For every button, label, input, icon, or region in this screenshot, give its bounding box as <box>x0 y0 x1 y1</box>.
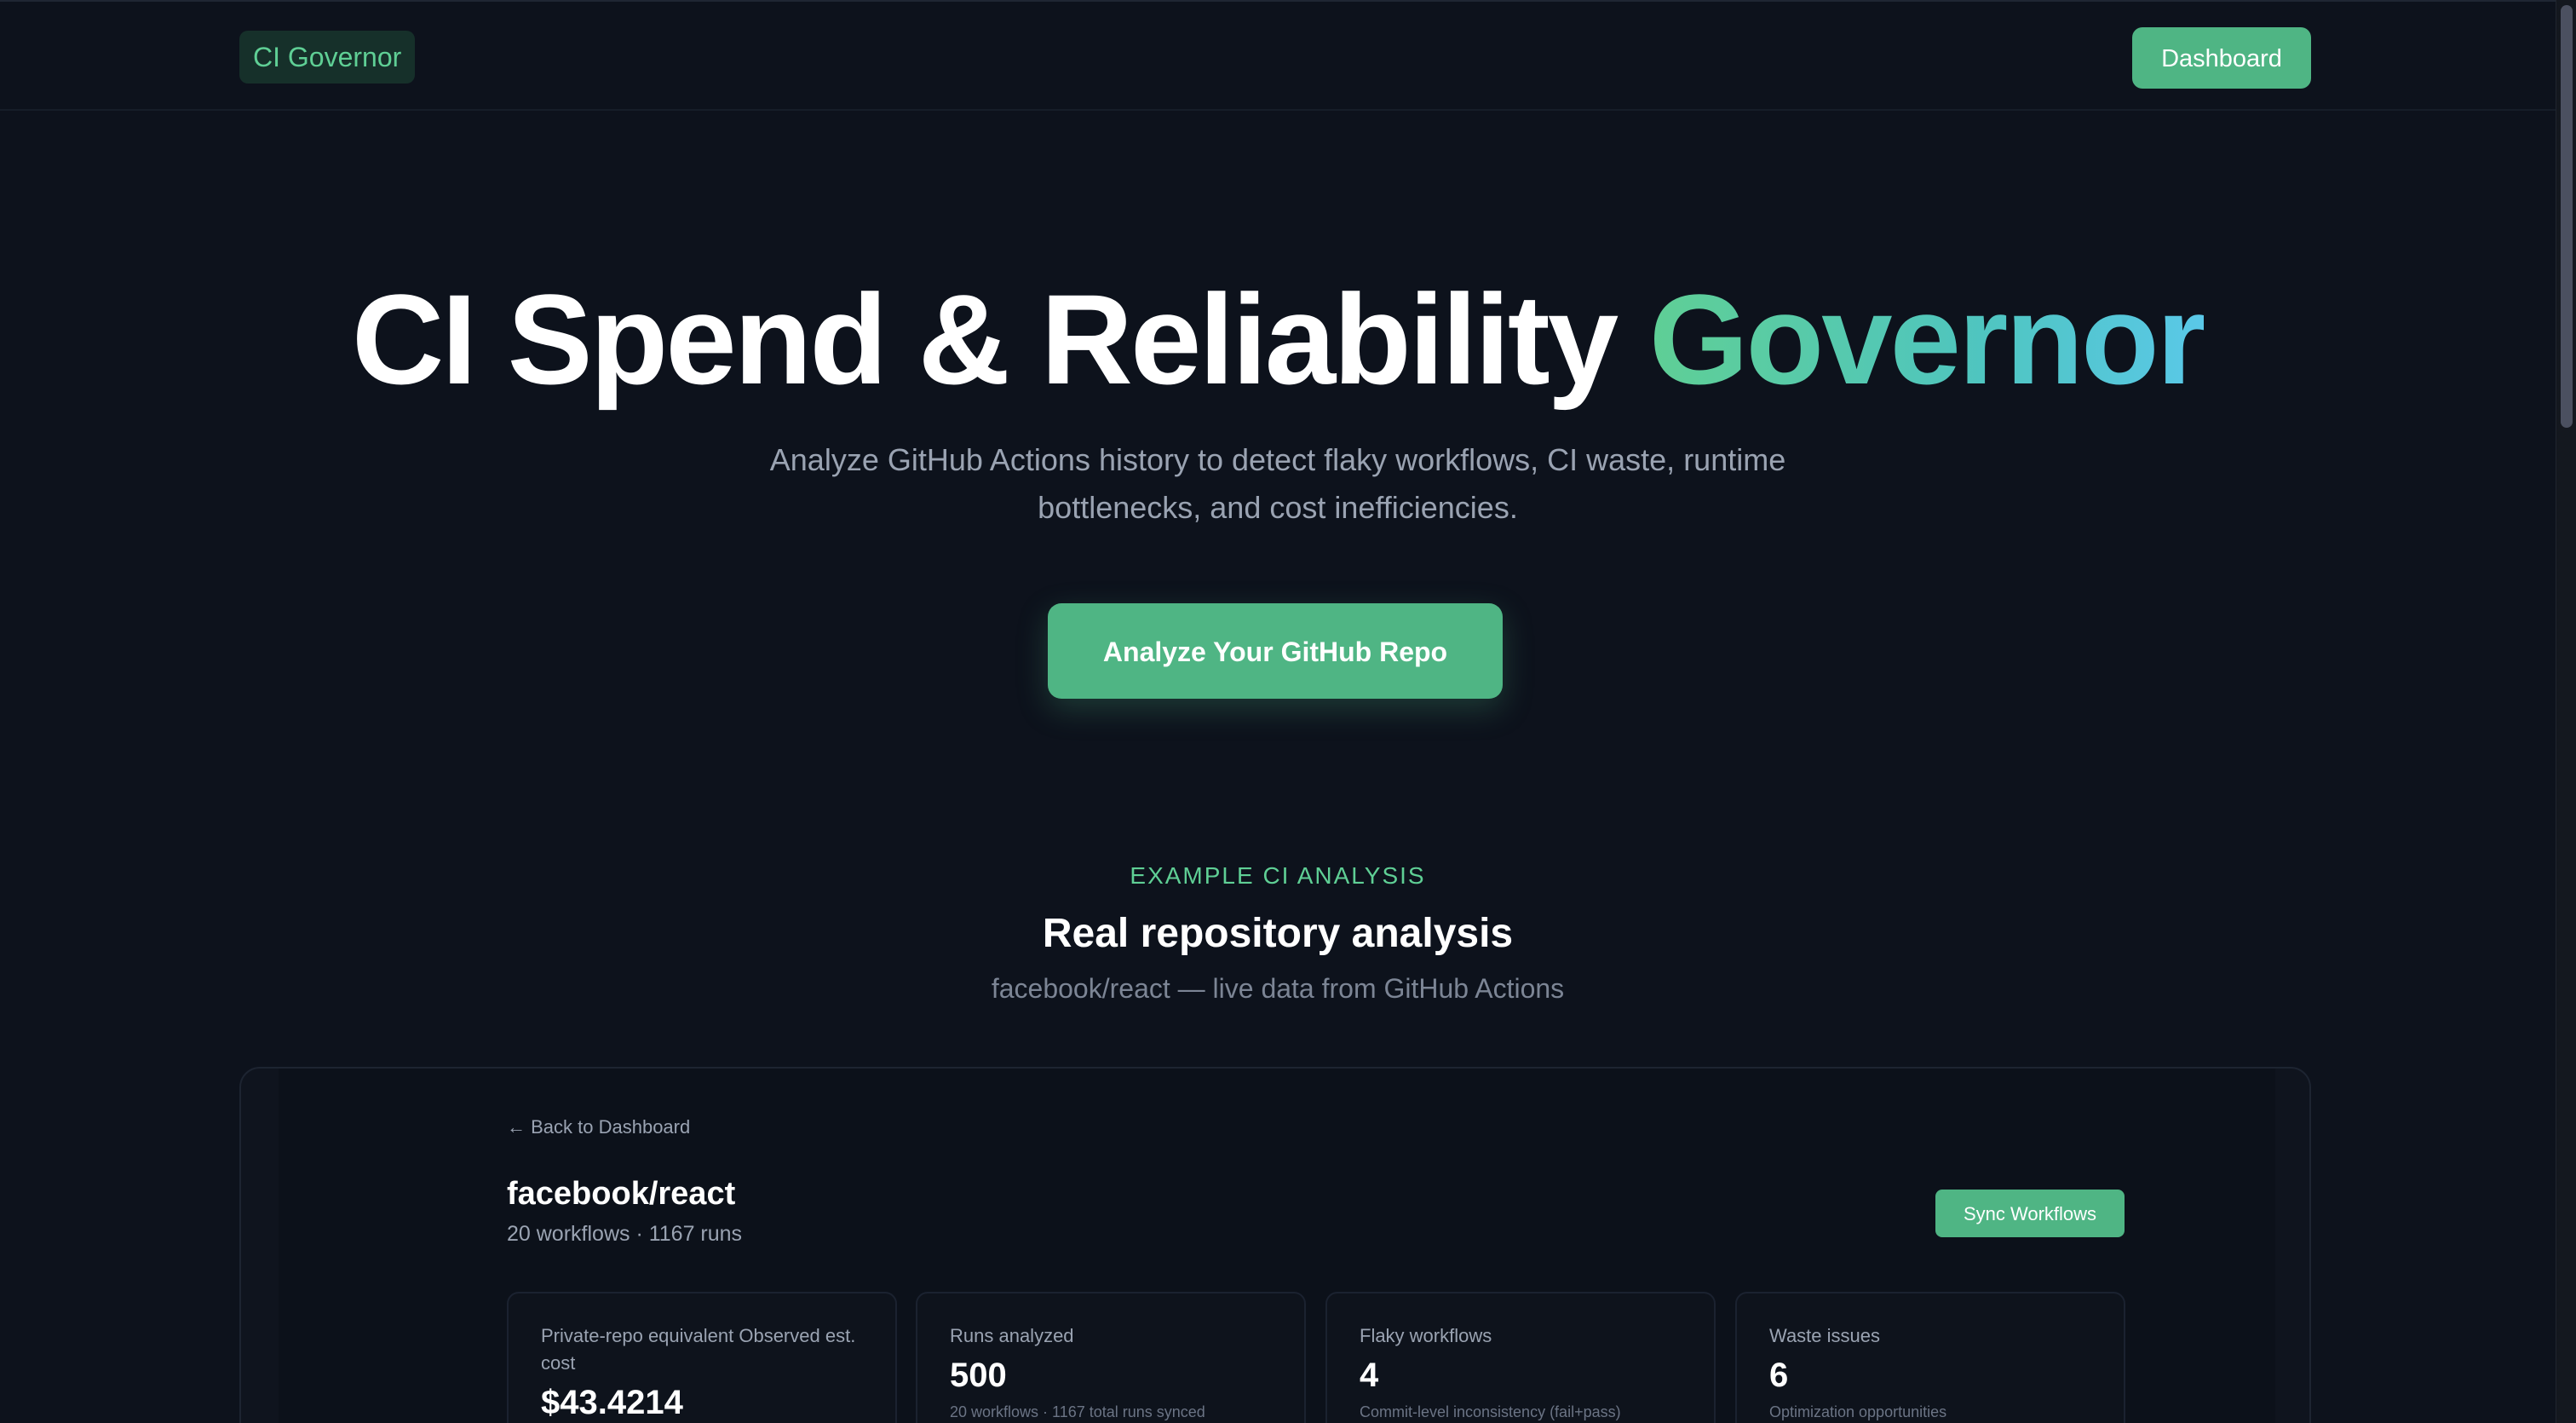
section-eyebrow: EXAMPLE CI ANALYSIS <box>1130 862 1426 889</box>
card-value: $43.4214 <box>541 1384 683 1421</box>
card-label: Waste issues <box>1769 1325 1881 1346</box>
cost-card: Private-repo equivalent Observed est. co… <box>507 1292 897 1423</box>
card-label: Runs analyzed <box>950 1325 1074 1346</box>
sync-workflows-button[interactable]: Sync Workflows <box>1935 1190 2125 1237</box>
card-value: 4 <box>1360 1357 1379 1394</box>
card-value: 500 <box>950 1357 1007 1394</box>
repo-name: facebook/react <box>507 1176 736 1212</box>
card-label: Flaky workflows <box>1360 1325 1492 1346</box>
scrollbar[interactable] <box>2556 0 2576 1423</box>
top-nav: CI Governor Dashboard <box>0 0 2556 111</box>
scrollbar-thumb[interactable] <box>2561 5 2573 428</box>
section-title: Real repository analysis <box>1042 911 1514 956</box>
dashboard-button[interactable]: Dashboard <box>2132 27 2311 89</box>
card-note: Commit-level inconsistency (fail+pass) <box>1360 1403 1621 1420</box>
card-note: 20 workflows · 1167 total runs synced <box>950 1403 1205 1420</box>
back-to-dashboard-link[interactable]: ← Back to Dashboard <box>507 1116 690 1138</box>
analysis-preview: ← Back to Dashboard facebook/react 20 wo… <box>239 1067 2311 1423</box>
card-label: Private-repo equivalent Observed est. co… <box>541 1325 856 1374</box>
logo[interactable]: CI Governor <box>239 31 416 84</box>
page: CI Governor Dashboard CI Spend & Reliabi… <box>0 0 2576 1423</box>
runs-card: Runs analyzed 500 20 workflows · 1167 to… <box>916 1292 1306 1423</box>
hero-title-accent: Governor <box>1648 268 2206 411</box>
waste-card: Waste issues 6 Optimization opportunitie… <box>1735 1292 2125 1423</box>
repo-meta: 20 workflows · 1167 runs <box>507 1222 743 1246</box>
hero-title-main: CI Spend & Reliability <box>351 268 1649 411</box>
card-note: Optimization opportunities <box>1769 1403 1947 1420</box>
preview-panel: ← Back to Dashboard facebook/react 20 wo… <box>279 1069 2275 1423</box>
card-value: 6 <box>1769 1357 1789 1394</box>
analyze-repo-button[interactable]: Analyze Your GitHub Repo <box>1048 603 1503 699</box>
section-subtitle: facebook/react — live data from GitHub A… <box>991 973 1565 1004</box>
flaky-card: Flaky workflows 4 Commit-level inconsist… <box>1325 1292 1716 1423</box>
hero-title: CI Spend & Reliability Governor <box>0 271 2556 407</box>
hero-subtitle: Analyze GitHub Actions history to detect… <box>769 442 1786 525</box>
